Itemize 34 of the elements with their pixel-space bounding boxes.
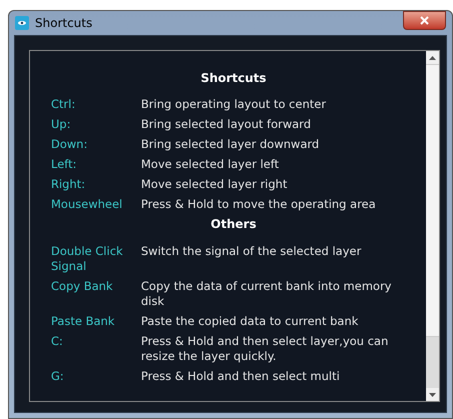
shortcut-description: Switch the signal of the selected layer: [141, 244, 362, 260]
close-icon: [420, 16, 429, 24]
shortcut-description: Bring selected layer downward: [141, 136, 320, 152]
shortcut-description: Bring operating layout to center: [141, 96, 327, 112]
section-heading: Others: [210, 217, 258, 232]
shortcut-key: G:: [51, 368, 141, 384]
shortcut-key: Up:: [51, 116, 141, 132]
shortcut-description: Press & Hold and then select multi: [141, 368, 341, 384]
shortcut-key: C:: [51, 334, 141, 364]
shortcut-description: Move selected layer left: [141, 156, 280, 172]
shortcut-key: Mousewheel: [51, 196, 141, 212]
shortcut-description: Press & Hold to move the operating area: [141, 196, 377, 212]
down-arrow-icon: [429, 392, 436, 396]
shortcut-description: Press & Hold and then select layer,you can resize the layer quickly.: [141, 334, 390, 364]
scroll-up-button[interactable]: [426, 51, 439, 64]
up-arrow-icon: [429, 56, 436, 60]
shortcut-key: Paste Bank: [51, 314, 141, 328]
shortcut-key: Down:: [51, 136, 141, 152]
close-button[interactable]: [403, 10, 446, 30]
shortcut-key: Double Click Signal: [51, 244, 141, 274]
scrollbar[interactable]: [426, 51, 439, 401]
shortcut-description: Copy the data of current bank into memory disk: [141, 278, 392, 308]
scroll-down-button[interactable]: [426, 388, 439, 401]
shortcut-description: Move selected layer right: [141, 176, 288, 192]
shortcut-description: Bring selected layout forward: [141, 116, 312, 132]
shortcut-key: Left:: [51, 156, 141, 172]
shortcut-description: Paste the copied data to current bank: [141, 314, 360, 328]
section-heading: Shortcuts: [200, 71, 268, 86]
shortcut-key: Right:: [51, 176, 141, 192]
scroll-thumb[interactable]: [426, 64, 439, 337]
shortcut-key: Copy Bank: [51, 278, 141, 308]
window-title: Shortcuts: [35, 15, 92, 32]
shortcut-key: Ctrl:: [51, 96, 141, 112]
app-icon: [15, 16, 29, 30]
